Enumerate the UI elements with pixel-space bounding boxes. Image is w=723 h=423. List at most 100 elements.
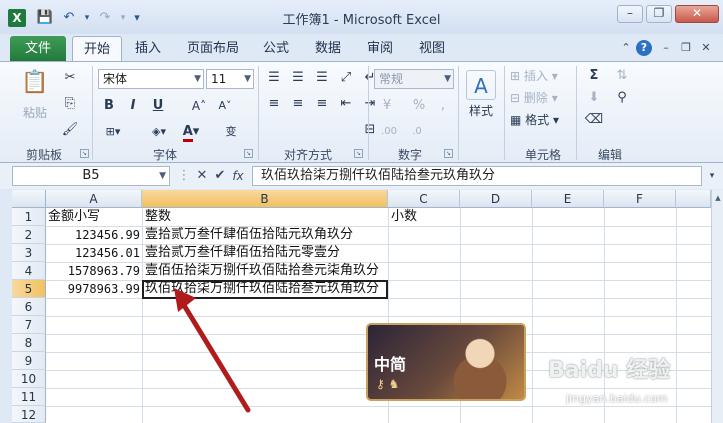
column-header-d[interactable]: D xyxy=(460,190,532,208)
expand-formula-bar-icon[interactable]: ▾ xyxy=(704,168,720,184)
tab-view[interactable]: 视图 xyxy=(412,36,452,61)
cell-a3[interactable]: 123456.01 xyxy=(48,244,140,262)
ribbon-minimize-icon[interactable]: ⌃ xyxy=(618,40,634,56)
decrease-decimal-icon[interactable]: .0 xyxy=(404,122,430,142)
row-header-2[interactable]: 2 xyxy=(12,226,46,244)
row-header-10[interactable]: 10 xyxy=(12,370,46,388)
tab-data[interactable]: 数据 xyxy=(308,36,348,61)
bold-button[interactable]: B xyxy=(100,96,118,116)
find-select-icon[interactable]: ⚲ xyxy=(610,88,634,108)
phonetic-icon[interactable]: 变 xyxy=(218,122,244,142)
styles-icon[interactable]: A xyxy=(466,70,496,100)
undo-icon[interactable]: ↶ xyxy=(60,9,78,27)
clipboard-launcher-icon[interactable]: ↘ xyxy=(80,149,89,158)
select-all-button[interactable] xyxy=(12,190,46,208)
column-header-c[interactable]: C xyxy=(388,190,460,208)
font-launcher-icon[interactable]: ↘ xyxy=(244,149,253,158)
tab-home[interactable]: 开始 xyxy=(72,36,122,61)
row-header-12[interactable]: 12 xyxy=(12,406,46,423)
cell-a5[interactable]: 9978963.99 xyxy=(48,280,140,298)
orientation-icon[interactable]: ⤢ xyxy=(336,68,356,88)
align-left-icon[interactable]: ≡ xyxy=(264,94,284,114)
cell-b3[interactable]: 壹拾贰万叁仟肆佰伍拾陆元零壹分 xyxy=(145,244,387,262)
sort-filter-icon[interactable]: ⇅ xyxy=(610,66,634,86)
fill-icon[interactable]: ⬇ xyxy=(582,88,606,108)
customize-qat-icon[interactable]: ▾ xyxy=(128,9,146,27)
redo-icon[interactable]: ↷ xyxy=(96,9,114,27)
row-header-8[interactable]: 8 xyxy=(12,334,46,352)
alignment-launcher-icon[interactable]: ↘ xyxy=(354,149,363,158)
tab-page-layout[interactable]: 页面布局 xyxy=(180,36,246,61)
vertical-scrollbar[interactable]: ▲ xyxy=(711,190,723,423)
number-format-combo[interactable]: 常规 ▼ xyxy=(374,69,454,89)
italic-button[interactable]: I xyxy=(124,96,142,116)
format-cells-button[interactable]: ▦ 格式 ▾ xyxy=(510,110,570,130)
comma-button[interactable]: , xyxy=(434,96,452,116)
cancel-entry-button[interactable]: ✕ xyxy=(194,168,210,184)
formula-bar-handle-icon[interactable]: ⋮ xyxy=(176,168,192,184)
borders-icon[interactable]: ⊞▾ xyxy=(100,122,126,142)
workbook-minimize-icon[interactable]: – xyxy=(658,40,674,56)
increase-decimal-icon[interactable]: .00 xyxy=(376,122,402,142)
insert-cells-button[interactable]: ⊞ 插入 ▾ xyxy=(510,66,570,86)
cell-a4[interactable]: 1578963.79 xyxy=(48,262,140,280)
save-icon[interactable]: 💾 xyxy=(36,9,54,27)
styles-button[interactable]: 样式 xyxy=(464,102,498,119)
column-header-b[interactable]: B xyxy=(142,190,388,208)
format-painter-icon[interactable]: 🖌 xyxy=(60,120,80,140)
row-header-7[interactable]: 7 xyxy=(12,316,46,334)
font-size-combo[interactable]: 11 ▼ xyxy=(206,69,254,89)
shrink-font-button[interactable]: A˅ xyxy=(214,96,236,116)
align-center-icon[interactable]: ≡ xyxy=(288,94,308,114)
scroll-up-icon[interactable]: ▲ xyxy=(713,191,723,205)
paste-icon[interactable]: 📋 xyxy=(20,66,50,100)
undo-dropdown-icon[interactable]: ▾ xyxy=(78,9,96,27)
column-header-g[interactable] xyxy=(676,190,711,208)
enter-entry-button[interactable]: ✔ xyxy=(212,168,228,184)
underline-button[interactable]: U xyxy=(146,96,170,116)
paste-button[interactable]: 粘贴 xyxy=(20,104,50,121)
row-header-1[interactable]: 1 xyxy=(12,208,46,226)
align-top-icon[interactable]: ☰ xyxy=(264,68,284,88)
name-box[interactable]: B5 ▼ xyxy=(12,166,170,186)
workbook-close-icon[interactable]: ✕ xyxy=(698,40,714,56)
column-header-f[interactable]: F xyxy=(604,190,676,208)
align-right-icon[interactable]: ≡ xyxy=(312,94,332,114)
formula-input[interactable]: 玖佰玖拾柒万捌仟玖佰陆拾叁元玖角玖分 xyxy=(252,166,702,186)
cell-b1[interactable]: 整数 xyxy=(145,208,385,226)
cut-icon[interactable]: ✂ xyxy=(60,68,80,88)
restore-button[interactable]: ❐ xyxy=(646,5,672,23)
font-color-button[interactable]: A▾ xyxy=(178,122,204,142)
row-header-4[interactable]: 4 xyxy=(12,262,46,280)
delete-cells-button[interactable]: ⊟ 删除 ▾ xyxy=(510,88,570,108)
minimize-button[interactable]: – xyxy=(617,5,643,23)
tab-insert[interactable]: 插入 xyxy=(128,36,168,61)
row-header-5[interactable]: 5 xyxy=(12,280,46,298)
worksheet-grid[interactable]: A B C D E F 1 2 3 4 5 6 7 8 9 10 11 12 金… xyxy=(0,190,723,423)
column-header-a[interactable]: A xyxy=(46,190,142,208)
workbook-restore-icon[interactable]: ❐ xyxy=(678,40,694,56)
row-header-11[interactable]: 11 xyxy=(12,388,46,406)
copy-icon[interactable]: ⎘ xyxy=(60,94,80,114)
decrease-indent-icon[interactable]: ⇤ xyxy=(336,94,356,114)
insert-function-button[interactable]: fx xyxy=(230,168,246,184)
autosum-button[interactable]: Σ xyxy=(582,66,606,86)
tab-file[interactable]: 文件 xyxy=(10,36,66,61)
grow-font-button[interactable]: A˄ xyxy=(188,96,210,116)
column-header-e[interactable]: E xyxy=(532,190,604,208)
cell-c1[interactable]: 小数 xyxy=(391,208,457,226)
tab-formulas[interactable]: 公式 xyxy=(256,36,296,61)
cell-a2[interactable]: 123456.99 xyxy=(48,226,140,244)
tab-review[interactable]: 审阅 xyxy=(360,36,400,61)
close-button[interactable]: ✕ xyxy=(675,5,719,23)
row-header-9[interactable]: 9 xyxy=(12,352,46,370)
fill-color-icon[interactable]: ◈▾ xyxy=(146,122,172,142)
percent-button[interactable]: % xyxy=(410,96,428,116)
row-header-3[interactable]: 3 xyxy=(12,244,46,262)
help-icon[interactable]: ? xyxy=(636,40,652,56)
cell-b4[interactable]: 壹佰伍拾柒万捌仟玖佰陆拾叁元柒角玖分 xyxy=(145,262,417,280)
cell-a1[interactable]: 金额小写 xyxy=(48,208,140,226)
cell-b2[interactable]: 壹拾贰万叁仟肆佰伍拾陆元玖角玖分 xyxy=(145,226,387,244)
font-name-combo[interactable]: 宋体 ▼ xyxy=(98,69,204,89)
clear-icon[interactable]: ⌫ xyxy=(582,110,606,130)
